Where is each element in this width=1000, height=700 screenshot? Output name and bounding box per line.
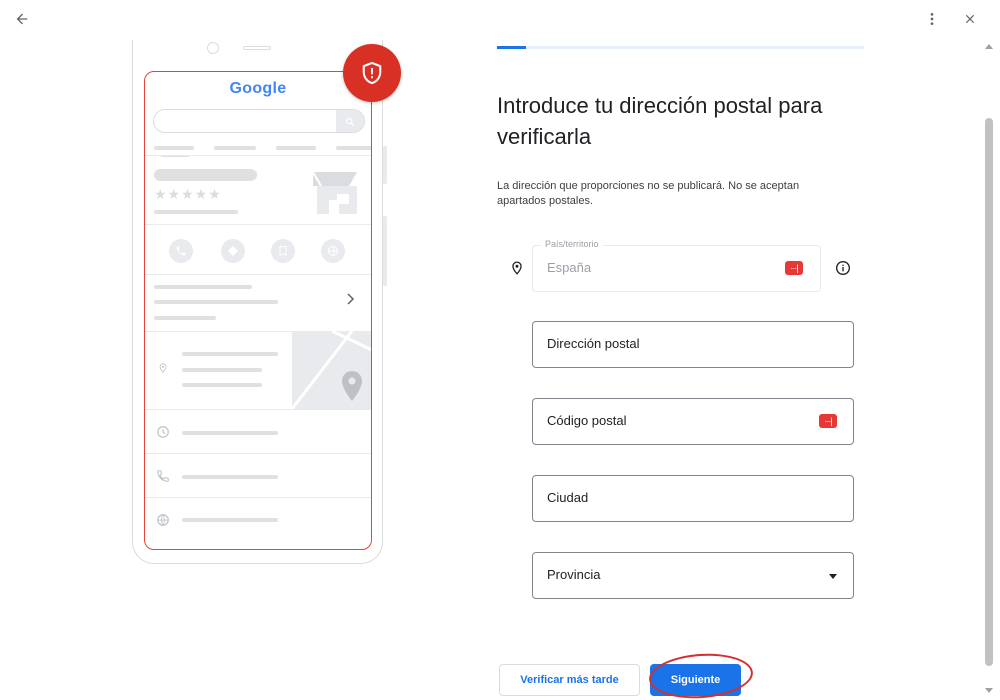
hours-placeholder xyxy=(182,431,278,435)
hours-placeholder xyxy=(154,316,216,320)
password-manager-icon[interactable]: ···| xyxy=(785,261,803,275)
category-placeholder xyxy=(154,210,238,214)
divider xyxy=(145,409,371,410)
country-field-value: España xyxy=(547,260,592,275)
security-badge xyxy=(343,44,401,102)
back-button[interactable] xyxy=(10,8,34,30)
scrollbar-thumb[interactable] xyxy=(985,118,993,666)
province-label: Provincia xyxy=(547,567,601,582)
location-pin-icon xyxy=(510,260,524,281)
postal-code-label: Código postal xyxy=(547,413,627,428)
clock-icon xyxy=(156,425,170,444)
tab-placeholder xyxy=(214,146,256,150)
globe-icon xyxy=(156,513,170,532)
info-icon xyxy=(836,261,850,275)
phone-screen: Google ★★★★★ xyxy=(144,71,372,550)
progress-fill xyxy=(497,46,526,49)
hours-placeholder xyxy=(154,285,252,289)
save-action-icon xyxy=(271,239,295,263)
country-field-label: País/territorio xyxy=(541,239,603,249)
storefront-icon xyxy=(307,170,361,216)
address-placeholder xyxy=(182,383,262,387)
google-logo-text: Google xyxy=(229,80,287,97)
postal-code-field[interactable]: Código postal ···| xyxy=(532,398,854,445)
divider xyxy=(145,274,371,275)
search-icon xyxy=(346,118,355,127)
divider xyxy=(145,453,371,454)
phone-placeholder xyxy=(182,475,278,479)
close-button[interactable] xyxy=(958,8,982,30)
divider xyxy=(145,155,371,156)
phone-icon xyxy=(156,469,170,488)
address-placeholder xyxy=(182,352,278,356)
tab-placeholder xyxy=(276,146,316,150)
website-placeholder xyxy=(182,518,278,522)
more-options-button[interactable] xyxy=(920,8,944,30)
google-logo: Google xyxy=(145,80,371,98)
location-pin-icon xyxy=(158,361,168,380)
country-field[interactable]: País/territorio España ···| xyxy=(532,239,821,292)
page-description: La dirección que proporciones no se publ… xyxy=(497,180,800,207)
search-button xyxy=(336,110,364,132)
tab-placeholder xyxy=(336,146,371,150)
hours-placeholder xyxy=(154,300,278,304)
progress-track xyxy=(497,46,864,49)
directions-action-icon xyxy=(221,239,245,263)
map-thumbnail xyxy=(292,331,371,409)
verify-later-button[interactable]: Verificar más tarde xyxy=(499,664,640,696)
more-vert-icon xyxy=(930,13,934,25)
province-select[interactable]: Provincia xyxy=(532,552,854,599)
search-bar xyxy=(153,109,365,133)
call-action-icon xyxy=(169,239,193,263)
tab-placeholder xyxy=(154,146,194,150)
shield-alert-icon xyxy=(362,61,382,85)
divider xyxy=(145,497,371,498)
business-name-placeholder xyxy=(154,169,257,181)
page-title: Introduce tu dirección postal para verif… xyxy=(497,93,823,149)
password-manager-icon[interactable]: ···| xyxy=(819,414,837,428)
dropdown-arrow-icon xyxy=(829,574,837,579)
chevron-right-icon xyxy=(345,292,355,310)
scroll-down-arrow-icon[interactable] xyxy=(985,688,993,693)
phone-earpiece xyxy=(243,46,271,50)
address-placeholder xyxy=(182,368,262,372)
city-field[interactable]: Ciudad xyxy=(532,475,854,522)
close-icon xyxy=(965,14,975,24)
rating-stars: ★★★★★ xyxy=(154,186,222,202)
arrow-left-icon xyxy=(16,13,28,25)
scroll-up-arrow-icon[interactable] xyxy=(985,44,993,49)
phone-speaker xyxy=(207,42,219,54)
website-action-icon xyxy=(321,239,345,263)
street-address-label: Dirección postal xyxy=(547,336,640,351)
street-address-field[interactable]: Dirección postal xyxy=(532,321,854,368)
phone-side-button xyxy=(383,216,387,286)
city-label: Ciudad xyxy=(547,490,589,505)
divider xyxy=(145,224,371,225)
info-button[interactable] xyxy=(835,260,851,281)
phone-side-button xyxy=(383,146,387,184)
